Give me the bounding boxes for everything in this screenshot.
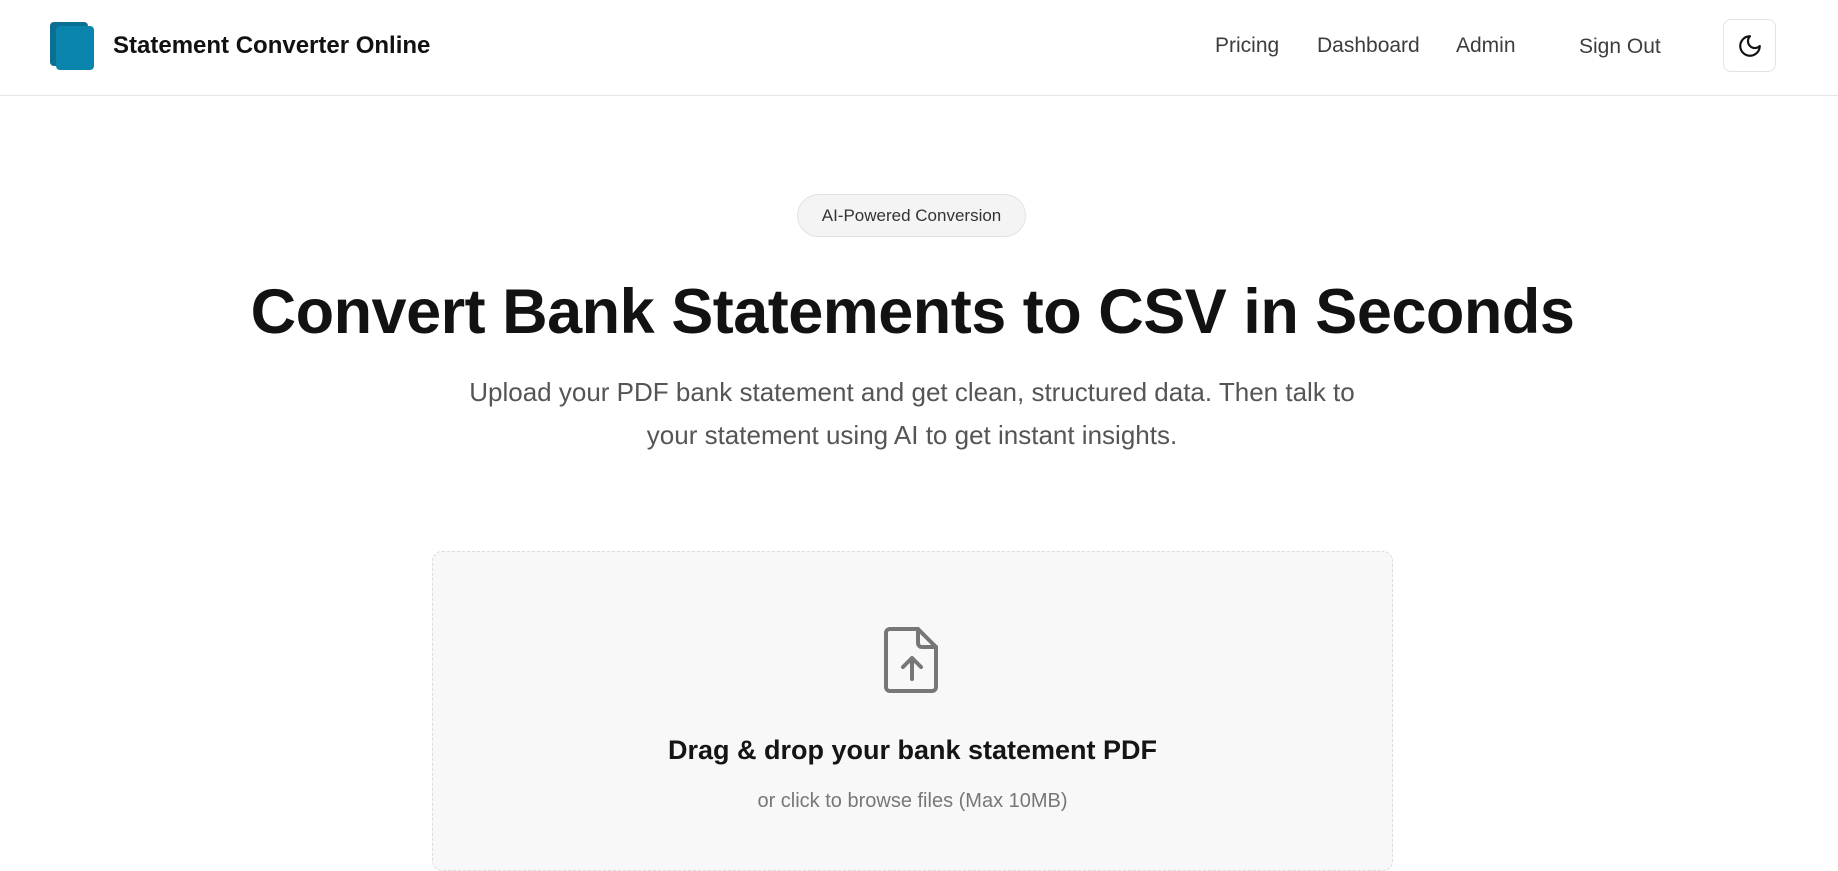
sign-out-button[interactable]: Sign Out xyxy=(1579,35,1661,59)
moon-icon xyxy=(1738,34,1761,57)
nav-pricing-link[interactable]: Pricing xyxy=(1215,34,1279,58)
dropzone-hint: or click to browse files (Max 10MB) xyxy=(757,790,1068,812)
brand-name[interactable]: Statement Converter Online xyxy=(113,32,430,60)
upload-dropzone[interactable] xyxy=(432,551,1393,871)
hero-title: Convert Bank Statements to CSV in Second… xyxy=(250,277,1575,347)
top-header: Statement Converter Online Pricing Dashb… xyxy=(0,0,1838,96)
theme-toggle-button[interactable] xyxy=(1723,19,1776,72)
file-upload-icon xyxy=(884,627,938,693)
logo-front-page xyxy=(56,26,94,70)
hero-subtitle: Upload your PDF bank statement and get c… xyxy=(469,377,1355,450)
ai-badge: AI-Powered Conversion xyxy=(797,194,1026,237)
dropzone-title: Drag & drop your bank statement PDF xyxy=(667,735,1158,765)
nav-admin-link[interactable]: Admin xyxy=(1456,34,1516,58)
logo-icon[interactable] xyxy=(50,22,94,70)
nav-dashboard-link[interactable]: Dashboard xyxy=(1317,34,1420,58)
